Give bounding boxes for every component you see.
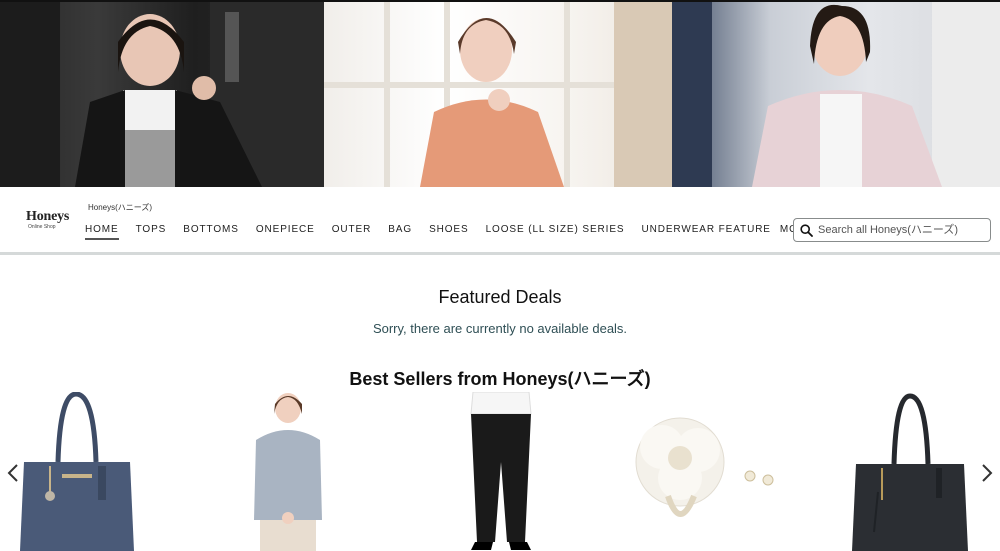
nav-item-bag[interactable]: BAG [388,224,412,240]
product-black-tote-bag[interactable] [848,392,972,551]
logo-wordmark: Honeys [26,209,70,224]
featured-deals-heading: Featured Deals [438,287,562,307]
search-icon [800,224,813,237]
store-search-box[interactable] [793,218,991,242]
honeys-logo[interactable]: Honeys Online Shop [26,210,74,234]
hero-image-orange-knit [324,2,672,187]
nav-item-outer[interactable]: OUTER [332,224,372,240]
best-sellers-heading: Best Sellers from Honeys(ハニーズ) [349,369,651,389]
nav-item-tops[interactable]: TOPS [136,224,167,240]
search-input[interactable] [818,222,986,238]
logo-subtitle: Online Shop [28,224,56,230]
carousel-next-arrow-icon[interactable] [980,462,994,484]
hero-banner[interactable] [0,0,1000,187]
nav-item-home[interactable]: HOME [85,224,119,240]
product-black-slim-pants[interactable] [455,392,547,551]
product-gray-knit-sweater[interactable] [246,392,330,551]
store-nav-menu: HOME TOPS BOTTOMS ONEPIECE OUTER BAG SHO… [85,224,824,240]
nav-item-underwear-feature[interactable]: UNDERWEAR FEATURE [642,224,771,240]
product-white-flower-corsage[interactable] [622,392,782,551]
nav-item-loose-series[interactable]: LOOSE (LL SIZE) SERIES [486,224,625,240]
no-deals-message: Sorry, there are currently no available … [372,321,628,336]
nav-item-bottoms[interactable]: BOTTOMS [183,224,239,240]
product-navy-tote-bag[interactable] [18,392,136,551]
hero-image-black-coat [0,2,324,187]
breadcrumb[interactable]: Honeys(ハニーズ) [88,202,152,213]
nav-item-onepiece[interactable]: ONEPIECE [256,224,315,240]
hero-image-pink-fleece [672,2,1000,187]
nav-item-shoes[interactable]: SHOES [429,224,469,240]
